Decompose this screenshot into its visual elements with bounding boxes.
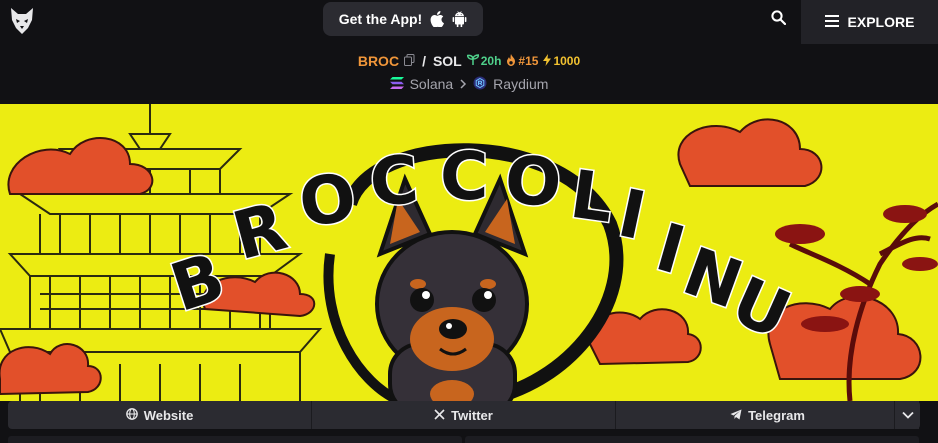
pair-separator: / (422, 53, 426, 69)
menu-icon (824, 14, 839, 30)
apple-icon (430, 11, 445, 27)
breadcrumb: Solana Raydium (0, 74, 938, 94)
twitter-label: Twitter (451, 407, 493, 423)
search-icon (770, 10, 786, 30)
svg-text:O: O (294, 158, 360, 242)
token-banner-image: B R O C C O L I I N U (0, 104, 938, 401)
site-logo-icon[interactable] (8, 6, 36, 36)
copy-icon[interactable] (404, 53, 415, 69)
svg-text:O: O (503, 141, 564, 222)
search-button[interactable] (762, 4, 794, 36)
lightning-icon (543, 53, 552, 69)
top-bar: Get the App! EXPLORE (0, 0, 938, 44)
website-label: Website (143, 407, 194, 423)
trending-rank-value: #15 (518, 54, 539, 68)
next-section-edge (8, 436, 919, 443)
social-links-bar: Website Twitter Telegram (8, 401, 919, 429)
svg-text:C: C (440, 138, 488, 215)
breadcrumb-chain[interactable]: Solana (410, 76, 454, 92)
panel-edge (8, 436, 462, 443)
telegram-link[interactable]: Telegram (616, 401, 919, 429)
globe-icon (125, 407, 138, 423)
flame-icon (506, 53, 516, 69)
boost-badge: 1000 (543, 53, 581, 69)
explore-label: EXPLORE (847, 14, 915, 30)
trending-rank-badge: #15 (506, 53, 539, 69)
panel-edge (465, 436, 919, 443)
telegram-icon (730, 408, 742, 423)
expand-links-button[interactable] (894, 401, 920, 429)
pair-age-value: 20h (480, 54, 502, 68)
chevron-down-icon (901, 406, 914, 424)
pair-title: BROC / SOL 20h #15 1000 (0, 50, 938, 72)
twitter-link[interactable]: Twitter (312, 401, 616, 429)
seedling-icon (466, 54, 479, 68)
pair-age-badge: 20h (466, 54, 502, 68)
quote-token-symbol: SOL (432, 53, 462, 69)
telegram-label: Telegram (748, 407, 805, 423)
x-logo-icon (434, 408, 445, 423)
breadcrumb-dex[interactable]: Raydium (493, 76, 548, 92)
explore-button[interactable]: EXPLORE (801, 0, 938, 44)
get-app-label: Get the App! (338, 11, 423, 27)
base-token-symbol: BROC (357, 53, 400, 69)
svg-text:C: C (367, 141, 421, 221)
website-link[interactable]: Website (8, 401, 312, 429)
solana-icon (389, 76, 404, 92)
get-app-button[interactable]: Get the App! (323, 2, 483, 36)
android-icon (452, 11, 467, 27)
chevron-right-icon (459, 76, 467, 92)
boost-value: 1000 (553, 54, 581, 68)
raydium-icon (473, 76, 487, 93)
